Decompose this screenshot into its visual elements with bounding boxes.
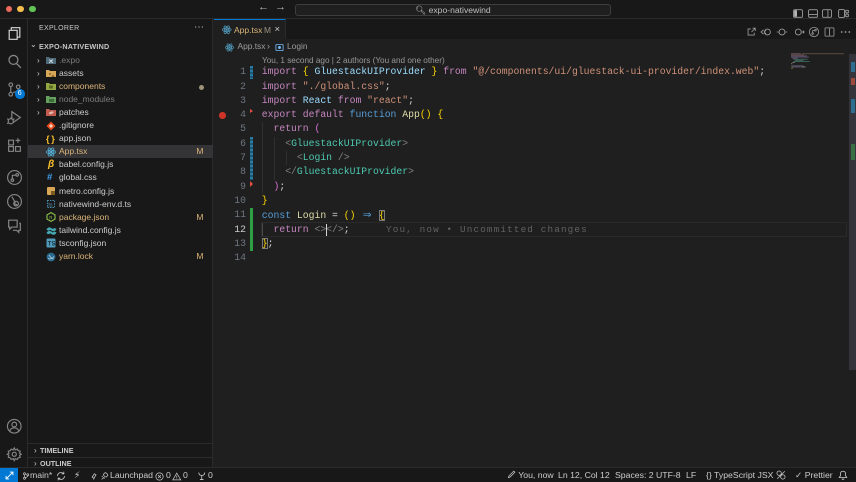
- svg-text:TS: TS: [48, 242, 56, 248]
- svg-text:n: n: [49, 215, 52, 221]
- svg-text:ts: ts: [48, 203, 52, 209]
